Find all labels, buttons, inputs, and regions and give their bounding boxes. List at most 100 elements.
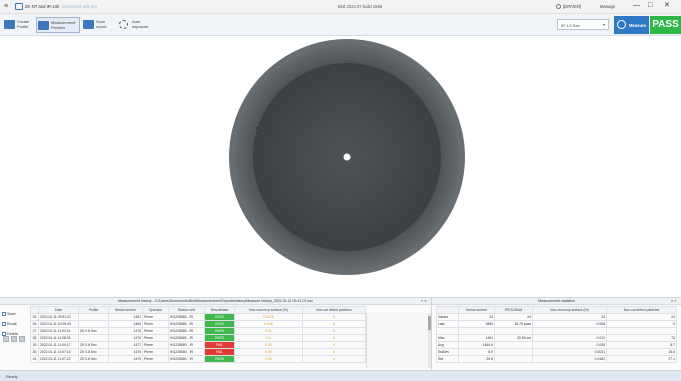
col-header-surface[interactable]: Non-recovery surface (%) bbox=[234, 306, 303, 314]
history-empty-area bbox=[366, 313, 428, 368]
connection-status: connected with pro bbox=[62, 4, 98, 9]
nav-first-icon[interactable] bbox=[3, 336, 9, 342]
stat-col-header-surface: Non-recovery surface (%) bbox=[532, 306, 607, 314]
exposure-dropdown-value: IR 1.0 Sec bbox=[561, 23, 580, 28]
row-serial: 1476 bbox=[108, 348, 143, 356]
stat-cell: 8.9 bbox=[458, 347, 495, 356]
row-profile: ZK 0.8 Sec bbox=[78, 341, 109, 349]
measure-label: Measure bbox=[629, 23, 646, 28]
table-row[interactable]: 31 2022.01.11 11:07:22 ZK 0.8 Sec 1479 Pierr… bbox=[30, 355, 366, 363]
row-date: 2022.01.11 09:51:21 bbox=[38, 313, 79, 321]
measure-button[interactable]: Measure bbox=[614, 16, 649, 34]
col-header-profile[interactable]: Profile bbox=[78, 306, 109, 314]
row-id: 31 bbox=[30, 355, 39, 363]
measurement-history-title: Measurement history - C:\Users\Documents… bbox=[0, 298, 431, 305]
stat-cell: 1850 bbox=[458, 320, 495, 328]
table-row[interactable]: 28 2022.01.11 11:08:31 1476 Pierre IH1228880… bbox=[30, 334, 366, 342]
row-operator: Pierre bbox=[142, 341, 169, 349]
row-surface: 0.03 bbox=[234, 341, 303, 349]
statistics-table: Serial number PROGRAM Non-recovery surfa… bbox=[436, 306, 677, 363]
col-header-result[interactable]: Result/data bbox=[204, 306, 235, 314]
stat-cell: 0 bbox=[606, 320, 677, 328]
row-particles: 0 bbox=[302, 320, 366, 328]
minimize-button[interactable]: — bbox=[633, 2, 640, 10]
table-row[interactable]: 27 2022.01.11 11:03:21 ZK 0.8 Sec 1478 Pierr… bbox=[30, 327, 366, 335]
row-serial: 1461 bbox=[108, 313, 143, 321]
row-profile bbox=[78, 320, 109, 328]
email-button[interactable]: Email bbox=[2, 320, 24, 328]
measurement-preview-button[interactable]: Measurement Preview bbox=[36, 17, 80, 33]
close-button[interactable]: ✕ bbox=[664, 2, 670, 10]
col-header-particles[interactable]: Non-cal defect particles bbox=[302, 306, 366, 314]
row-date: 2022.01.11 11:07:10 bbox=[38, 348, 79, 356]
manage-label[interactable]: Manage bbox=[600, 4, 615, 9]
stat-row: Avg 1460.6 0.008 8.7 bbox=[436, 340, 677, 349]
col-header-station[interactable]: Station unit bbox=[168, 306, 205, 314]
stat-row-label: Values bbox=[436, 313, 459, 321]
row-date: 2022.01.11 11:03:21 bbox=[38, 327, 79, 335]
row-profile: ZK 0.8 Sec bbox=[78, 327, 109, 335]
measurement-statistics-panel: Measurement statistics ▾ ✕ Serial number… bbox=[432, 297, 681, 370]
row-surface: 0.01 bbox=[234, 327, 303, 335]
table-row[interactable]: 29 2022.01.11 11:00:17 ZK 0.8 Sec 1477 Pierr… bbox=[30, 341, 366, 349]
row-operator: Pierre bbox=[142, 313, 169, 321]
row-date: 2022.01.11 11:00:17 bbox=[38, 341, 79, 349]
maximize-button[interactable]: □ bbox=[648, 2, 652, 10]
stat-row: Std 25.8 0.0182 27.1 bbox=[436, 354, 677, 363]
auto-exposure-label: Auto exposure bbox=[132, 19, 149, 29]
image-viewer[interactable] bbox=[0, 36, 681, 297]
stat-cell bbox=[458, 327, 495, 335]
row-surface: 0.016 bbox=[234, 320, 303, 328]
row-id: 27 bbox=[30, 327, 39, 335]
measure-icon bbox=[617, 20, 626, 29]
hamburger-menu-icon[interactable]: ≡ bbox=[4, 3, 8, 11]
measurement-statistics-title: Measurement statistics bbox=[432, 298, 681, 305]
row-result: PASS bbox=[204, 327, 235, 335]
col-header[interactable] bbox=[30, 306, 39, 314]
row-station: IH1228880 - IR bbox=[168, 348, 205, 356]
create-profile-button[interactable]: Create Profile bbox=[3, 17, 35, 33]
measurement-preview-label: Measurement Preview bbox=[51, 20, 76, 30]
row-station: IH1228880 - IR bbox=[168, 341, 205, 349]
scan-report-button[interactable]: Scan report bbox=[82, 17, 116, 33]
col-header-date[interactable]: Date bbox=[38, 306, 79, 314]
panel-pin-icon[interactable]: ▾ ✕ bbox=[421, 298, 427, 305]
scrollbar-thumb[interactable] bbox=[428, 316, 431, 330]
stat-row-label: Max bbox=[436, 333, 459, 342]
app-name: ZK-NT and IR-140 bbox=[25, 4, 60, 9]
measurement-history-panel: Measurement history - C:\Users\Documents… bbox=[0, 297, 432, 370]
row-result: FAIL bbox=[204, 341, 235, 349]
col-header-serial[interactable]: Serial number bbox=[108, 306, 143, 314]
col-header-operator[interactable]: Operator bbox=[142, 306, 169, 314]
scan-report-icon bbox=[83, 20, 94, 29]
row-surface: 0.00 bbox=[234, 348, 303, 356]
row-surface: 0.00 bbox=[234, 355, 303, 363]
table-row[interactable]: 25 2022.01.11 09:51:21 1461 Pierre IH1228880… bbox=[30, 313, 366, 321]
panel-pin-icon[interactable]: ▾ ✕ bbox=[671, 298, 677, 305]
exposure-dropdown[interactable]: IR 1.0 Sec ▾ bbox=[557, 19, 609, 30]
row-serial: 1478 bbox=[108, 327, 143, 335]
table-row[interactable]: 30 2022.01.11 11:07:10 ZK 0.8 Sec 1476 Pierr… bbox=[30, 348, 366, 356]
table-row[interactable]: 26 2022.01.11 10:09:40 1466 Pierre IH1228880… bbox=[30, 320, 366, 328]
gear-icon[interactable] bbox=[556, 4, 561, 9]
stat-row: Values 24 24 24 24 bbox=[436, 313, 677, 321]
stat-cell: 24 bbox=[606, 313, 677, 321]
auto-exposure-button[interactable]: Auto exposure bbox=[118, 17, 154, 33]
nav-prev-icon[interactable] bbox=[11, 336, 17, 342]
stat-cell: 0.010 bbox=[532, 333, 607, 342]
row-profile bbox=[78, 334, 109, 342]
stat-cell bbox=[494, 340, 533, 349]
row-station: IH1228880 - IR bbox=[168, 327, 205, 335]
nav-next-icon[interactable] bbox=[19, 336, 25, 342]
row-operator: Pierre bbox=[142, 348, 169, 356]
row-date: 2022.01.11 11:08:31 bbox=[38, 334, 79, 342]
stat-cell: 18.79 pass bbox=[494, 320, 533, 328]
stat-row-label: StdDev bbox=[436, 347, 459, 356]
driver-label[interactable]: [DRIVER] bbox=[563, 4, 581, 9]
stat-cell: 20.59 cm bbox=[494, 333, 533, 342]
stat-cell: 0.008 bbox=[532, 340, 607, 349]
save-button[interactable]: Save bbox=[2, 310, 24, 318]
row-serial: 1479 bbox=[108, 355, 143, 363]
history-scrollbar[interactable] bbox=[428, 313, 431, 368]
row-surface: 0.0079 bbox=[234, 313, 303, 321]
